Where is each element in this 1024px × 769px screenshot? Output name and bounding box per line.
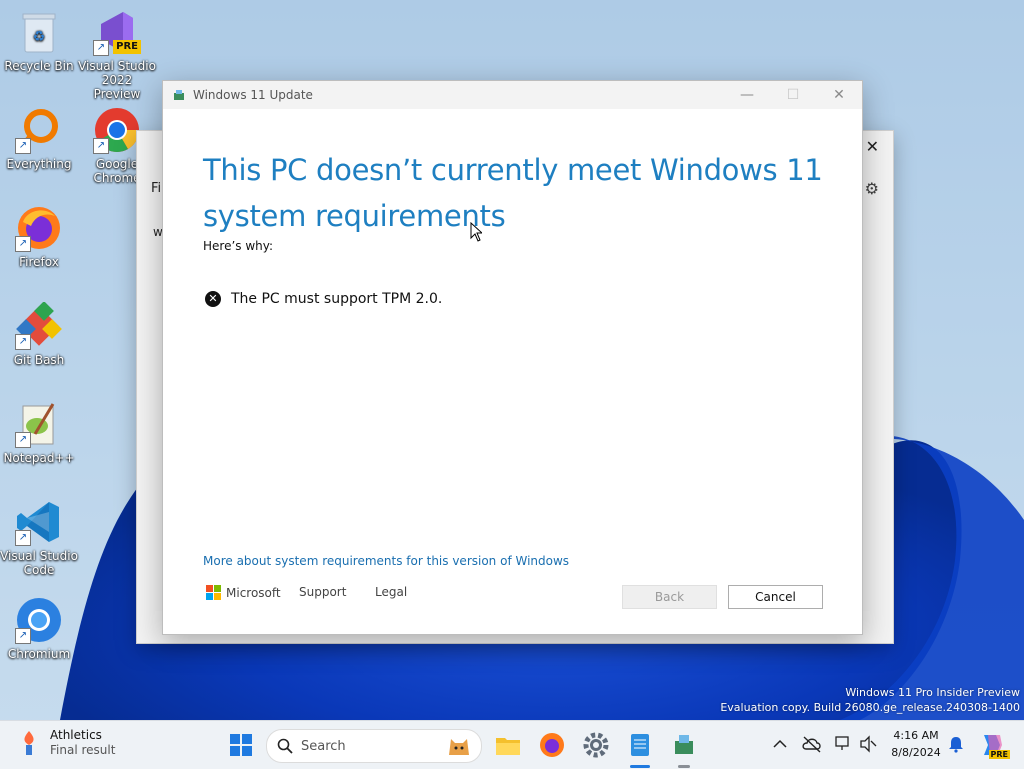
search-placeholder: Search	[301, 738, 346, 754]
desktop-icon-everything[interactable]: ↗ Everything	[0, 106, 78, 171]
desktop-icon-git-bash[interactable]: ↗ Git Bash	[0, 301, 78, 367]
background-close-icon[interactable]: ✕	[866, 137, 879, 156]
microsoft-brand-text: Microsoft	[226, 585, 281, 600]
desktop-icon-label: Firefox	[19, 255, 59, 269]
windows-update-taskbar-icon[interactable]	[670, 731, 698, 759]
svg-text:♻: ♻	[33, 29, 46, 45]
back-button[interactable]: Back	[622, 585, 717, 609]
shortcut-arrow-icon: ↗	[15, 628, 31, 644]
chevron-up-icon[interactable]	[773, 739, 787, 749]
shortcut-arrow-icon: ↗	[15, 236, 31, 252]
watermark-line-2: Evaluation copy. Build 26080.ge_release.…	[720, 701, 1020, 714]
maximize-button[interactable]: ☐	[770, 81, 816, 109]
everything-search-icon: ↗	[15, 106, 63, 154]
recycle-bin-icon: ♻	[15, 8, 63, 56]
start-button-windows-icon[interactable]	[227, 731, 255, 759]
windows-update-app-icon	[174, 90, 184, 100]
preview-badge: PRE	[113, 40, 141, 54]
requirement-item: ✕ The PC must support TPM 2.0.	[205, 291, 442, 307]
cloud-offline-icon[interactable]	[802, 735, 822, 753]
requirement-text: The PC must support TPM 2.0.	[231, 291, 443, 307]
desktop-icon-label: Git Bash	[13, 353, 65, 367]
background-gear-icon[interactable]: ⚙	[865, 179, 879, 198]
dialog-titlebar[interactable]: Windows 11 Update — ☐ ✕	[163, 81, 862, 109]
page-title: This PC doesn’t currently meet Windows 1…	[203, 153, 823, 233]
clock-date[interactable]: 8/8/2024	[888, 746, 944, 759]
shortcut-arrow-icon: ↗	[15, 432, 31, 448]
git-bash-icon: ↗	[15, 301, 63, 350]
subheading: Here’s why:	[203, 239, 274, 253]
vscode-icon: ↗	[15, 498, 63, 546]
minimize-button[interactable]: —	[724, 81, 770, 109]
desktop-icon-label: Notepad++	[3, 451, 75, 465]
shortcut-arrow-icon: ↗	[93, 138, 109, 154]
preview-badge: PRE	[988, 750, 1010, 759]
firefox-taskbar-icon[interactable]	[538, 731, 566, 759]
shortcut-arrow-icon: ↗	[15, 334, 31, 350]
desktop-icon-label: Chromium	[7, 647, 71, 661]
dialog-title: Windows 11 Update	[193, 88, 313, 102]
microsoft-logo: Microsoft	[206, 585, 281, 600]
desktop-icon-visual-studio[interactable]: PRE ↗ Visual Studio 2022 Preview	[78, 8, 156, 101]
file-explorer-icon[interactable]	[494, 731, 522, 759]
background-menu-fragment: Fi	[151, 181, 162, 196]
olympic-torch-icon	[24, 730, 34, 755]
notepad-taskbar-icon[interactable]	[626, 731, 654, 759]
desktop-icon-notepad-plus-plus[interactable]: ↗ Notepad++	[0, 400, 78, 465]
volume-muted-icon[interactable]	[859, 735, 877, 753]
error-circle-icon: ✕	[205, 291, 221, 307]
chrome-icon: ↗	[93, 106, 141, 154]
close-button[interactable]: ✕	[816, 81, 862, 109]
chromium-icon: ↗	[15, 596, 63, 644]
legal-link[interactable]: Legal	[375, 585, 407, 599]
system-requirements-link[interactable]: More about system requirements for this …	[203, 554, 569, 568]
taskbar-search-box[interactable]: Search	[266, 729, 482, 763]
desktop-icon-vscode[interactable]: ↗ Visual Studio Code	[0, 498, 78, 577]
microsoft-logo-icon	[206, 585, 221, 600]
clock-time[interactable]: 4:16 AM	[888, 729, 944, 742]
shortcut-arrow-icon: ↗	[15, 138, 31, 154]
widget-title: Athletics	[50, 728, 102, 742]
shortcut-arrow-icon: ↗	[15, 530, 31, 546]
support-link[interactable]: Support	[299, 585, 346, 599]
search-icon	[277, 738, 293, 754]
mouse-cursor-icon	[470, 222, 482, 242]
shortcut-arrow-icon: ↗	[93, 40, 109, 56]
cancel-button[interactable]: Cancel	[728, 585, 823, 609]
widget-subtitle: Final result	[50, 743, 116, 757]
watermark-line-1: Windows 11 Pro Insider Preview	[845, 686, 1020, 699]
desktop-icon-label: Everything	[6, 157, 72, 171]
search-highlight-cat-icon	[449, 739, 469, 755]
widgets-button[interactable]: Athletics Final result	[18, 727, 115, 758]
settings-gear-icon[interactable]	[582, 731, 610, 759]
desktop-icon-chromium[interactable]: ↗ Chromium	[0, 596, 78, 661]
visual-studio-icon: PRE ↗	[93, 8, 141, 56]
notification-bell-icon[interactable]	[948, 735, 964, 753]
firefox-icon: ↗	[15, 204, 63, 252]
desktop-icon-firefox[interactable]: ↗ Firefox	[0, 204, 78, 269]
desktop-icon-label: Visual Studio 2022 Preview	[78, 59, 156, 101]
taskbar: Athletics Final result Search 4:16 AM 8/…	[0, 720, 1024, 769]
network-icon[interactable]	[834, 734, 852, 752]
desktop-icon-recycle-bin[interactable]: ♻ Recycle Bin	[0, 8, 78, 73]
notepad-plus-plus-icon: ↗	[15, 400, 63, 448]
desktop-icon-label: Recycle Bin	[4, 59, 74, 73]
windows-11-update-dialog: Windows 11 Update — ☐ ✕ This PC doesn’t …	[162, 80, 863, 635]
desktop-icon-label: Visual Studio Code	[0, 549, 78, 577]
copilot-button[interactable]: PRE	[978, 731, 1010, 759]
